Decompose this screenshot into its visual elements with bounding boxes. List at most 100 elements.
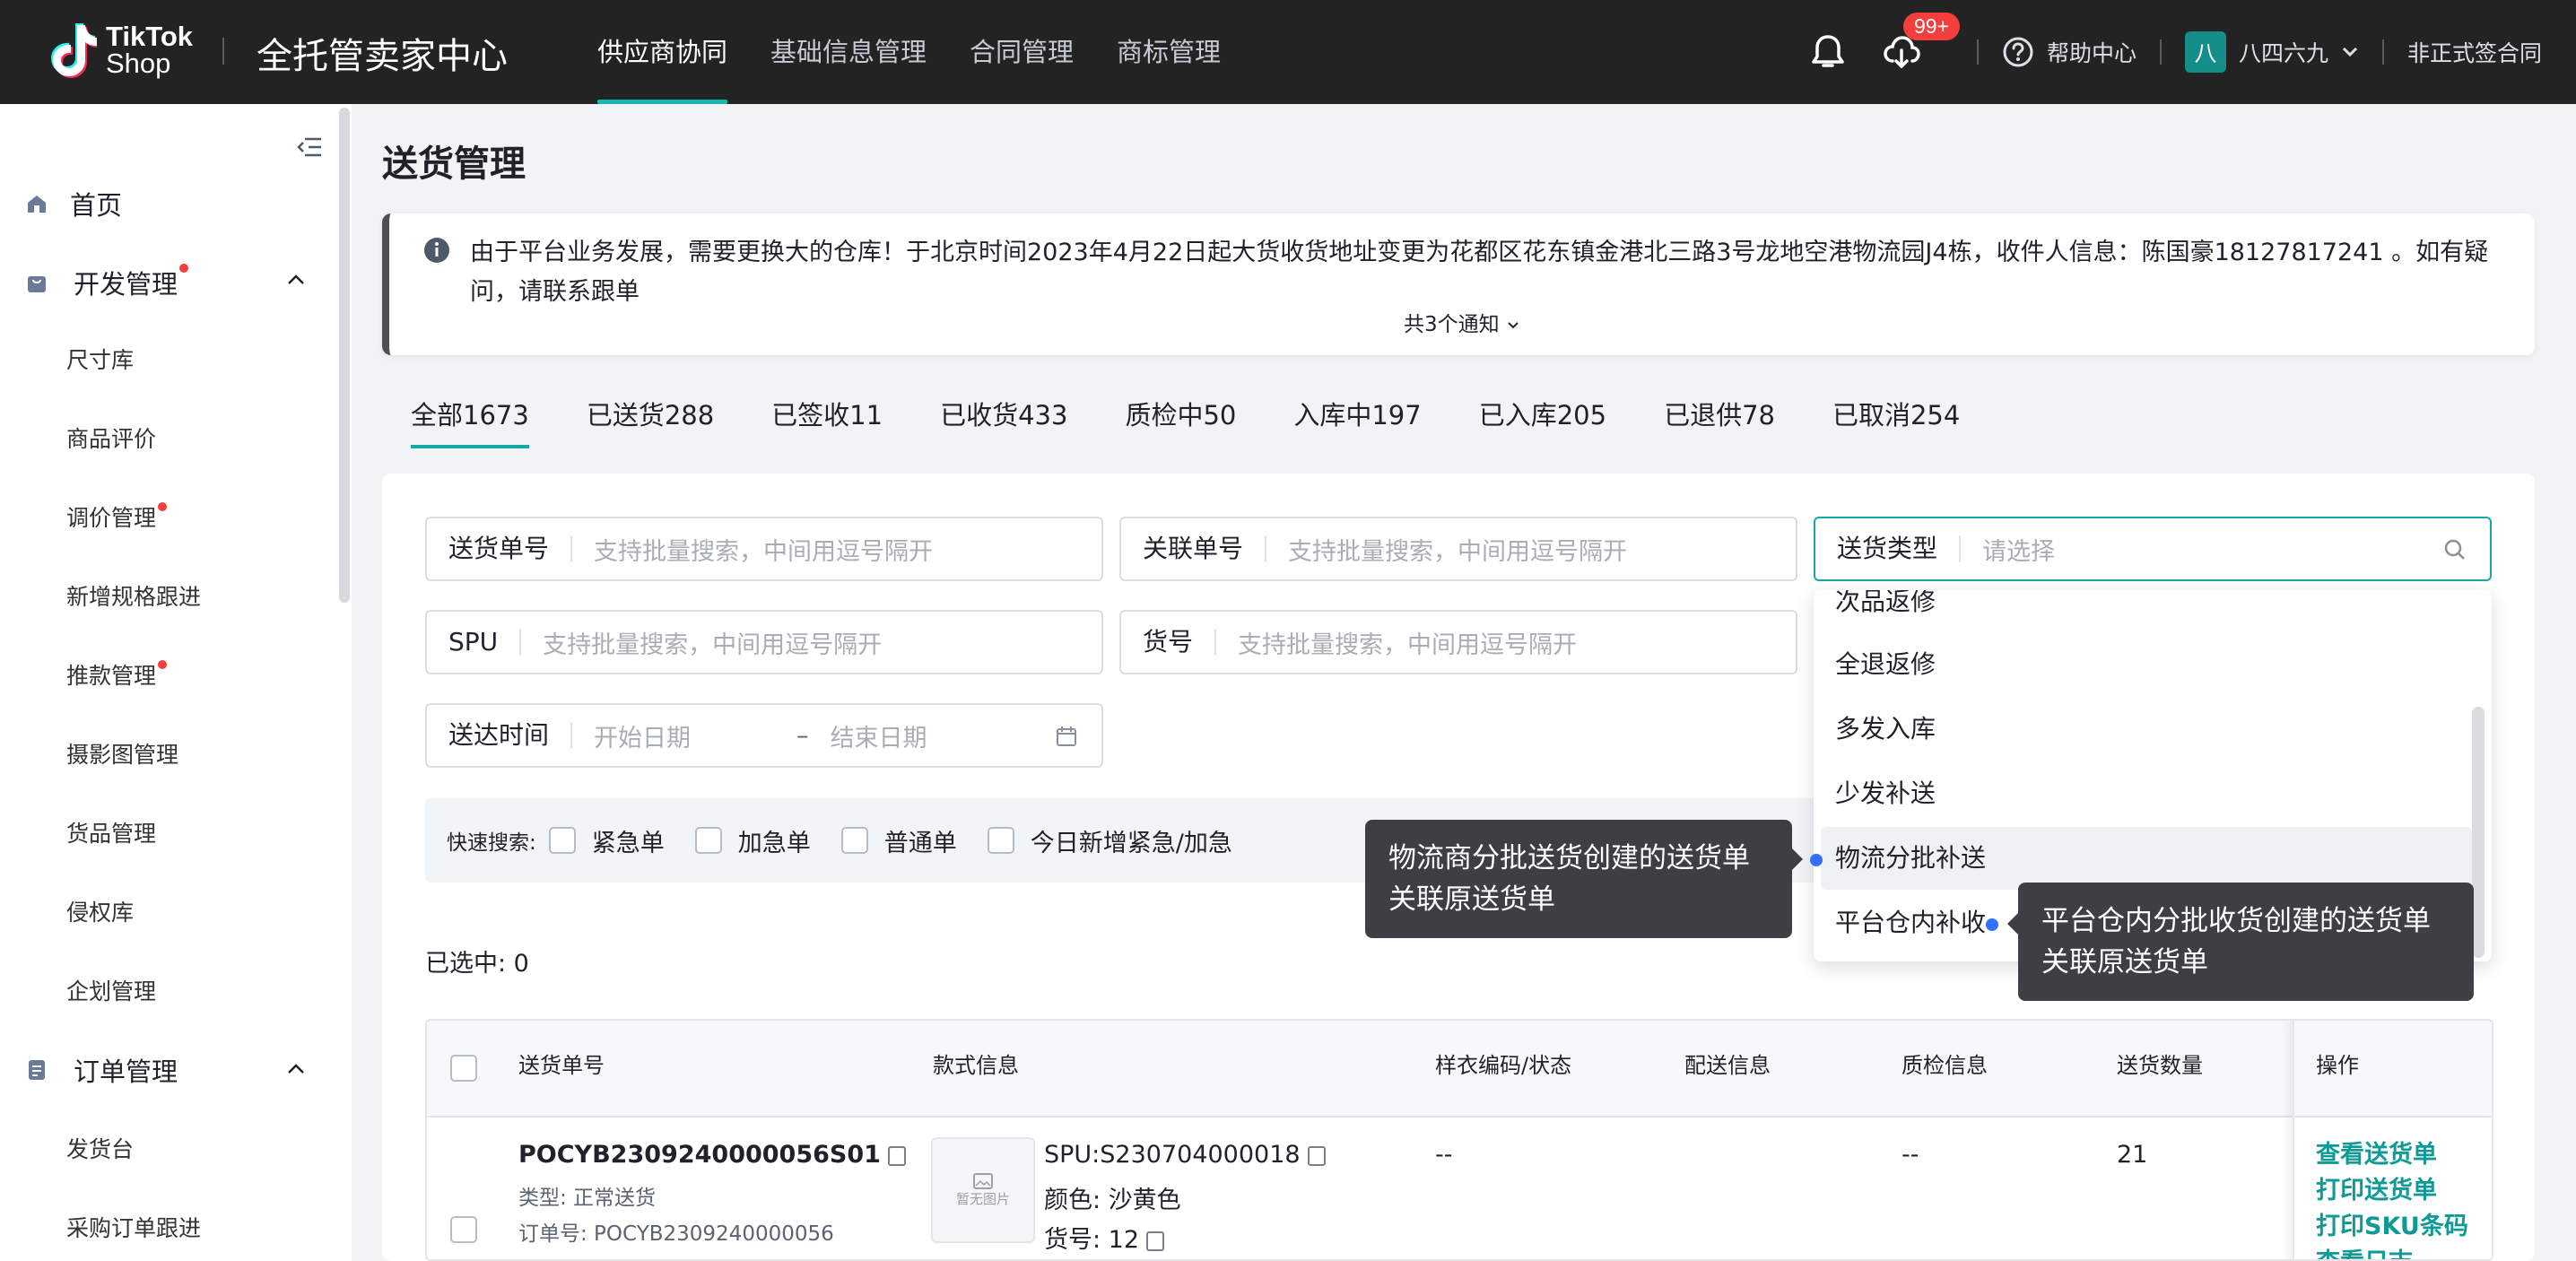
quick-filter-normal[interactable]: 普通单 bbox=[840, 823, 957, 858]
notice-more-toggle[interactable]: 共3个通知 bbox=[389, 307, 2535, 337]
page-title: 送货管理 bbox=[382, 143, 526, 185]
start-date-input[interactable]: 开始日期 bbox=[572, 718, 788, 753]
tiktok-shop-logo[interactable]: TikTok Shop bbox=[50, 22, 193, 79]
tab-signed[interactable]: 已签收11 bbox=[771, 395, 883, 448]
cloud-download-icon[interactable]: 99+ bbox=[1880, 13, 1960, 74]
sidebar-item-new-spec[interactable]: 新增规格跟进 bbox=[66, 579, 201, 612]
option-over-delivery[interactable]: 多发入库 bbox=[1821, 698, 2472, 761]
product-thumbnail[interactable]: 暂无图片 bbox=[931, 1137, 1035, 1243]
sidebar-item-shipping[interactable]: 发货台 bbox=[66, 1132, 134, 1164]
sidebar-item-price-adjust[interactable]: 调价管理 bbox=[66, 500, 168, 533]
quick-filter-urgent[interactable]: 紧急单 bbox=[548, 823, 665, 858]
status-tabs: 全部1673 已送货288 已签收11 已收货433 质检中50 入库中197 … bbox=[411, 395, 1960, 448]
checkbox[interactable] bbox=[548, 827, 576, 854]
copy-icon[interactable] bbox=[1146, 1231, 1165, 1251]
checkbox[interactable] bbox=[694, 827, 722, 854]
print-delivery-link[interactable]: 打印送货单 bbox=[2294, 1173, 2492, 1209]
delivery-number[interactable]: POCYB2309240000056S01 bbox=[518, 1141, 906, 1169]
help-center-link[interactable]: 帮助中心 bbox=[2002, 36, 2137, 68]
tab-received[interactable]: 已收货433 bbox=[940, 395, 1067, 448]
sidebar-item-home[interactable]: 首页 bbox=[25, 185, 122, 222]
copy-icon[interactable] bbox=[887, 1145, 906, 1166]
item-no-field[interactable]: 货号 支持批量搜索，中间用逗号隔开 bbox=[1119, 610, 1797, 674]
tab-qc[interactable]: 质检中50 bbox=[1125, 395, 1236, 448]
nav-supplier-collab[interactable]: 供应商协同 bbox=[597, 0, 728, 104]
header-separator bbox=[2381, 39, 2384, 65]
row-checkbox[interactable] bbox=[450, 1216, 477, 1243]
select-all-checkbox[interactable] bbox=[450, 1055, 477, 1082]
sidebar-item-purchase-follow[interactable]: 采购订单跟进 bbox=[66, 1211, 201, 1243]
tooltip-arrow bbox=[1792, 848, 1803, 870]
option-short-supplement[interactable]: 少发补送 bbox=[1821, 762, 2472, 825]
checkbox[interactable] bbox=[987, 827, 1014, 854]
delivery-type-select[interactable]: 送货类型 请选择 bbox=[1814, 517, 2492, 581]
header-actions: 99+ 帮助中心 八 八四六九 非正式签合同 bbox=[1806, 0, 2542, 104]
tab-returned[interactable]: 已退供78 bbox=[1664, 395, 1775, 448]
item-no-text: 货号: 12 bbox=[1044, 1226, 1140, 1254]
tab-cancelled[interactable]: 已取消254 bbox=[1832, 395, 1960, 448]
tab-warehousing[interactable]: 入库中197 bbox=[1293, 395, 1421, 448]
copy-icon[interactable] bbox=[1307, 1145, 1326, 1166]
red-dot-indicator bbox=[158, 660, 168, 669]
collapse-sidebar-icon[interactable] bbox=[296, 136, 323, 161]
chevron-up-icon[interactable] bbox=[285, 273, 307, 287]
delivery-table: 送货单号 款式信息 样衣编码/状态 配送信息 质检信息 送货数量 POCYB23… bbox=[425, 1019, 2493, 1261]
sidebar-item-size-lib[interactable]: 尺寸库 bbox=[66, 343, 134, 375]
end-date-input[interactable]: 结束日期 bbox=[809, 718, 927, 753]
quick-filter-expedited[interactable]: 加急单 bbox=[694, 823, 811, 858]
sidebar-scrollbar-thumb[interactable] bbox=[339, 108, 350, 603]
app-title: 全托管卖家中心 bbox=[257, 36, 508, 77]
bell-icon[interactable] bbox=[1806, 30, 1849, 74]
checkbox[interactable] bbox=[840, 827, 868, 854]
platform-collect-tooltip: 平台仓内分批收货创建的送货单 关联原送货单 bbox=[2018, 883, 2474, 1001]
quick-filter-today-new[interactable]: 今日新增紧急/加急 bbox=[987, 823, 1232, 858]
nav-basic-info[interactable]: 基础信息管理 bbox=[770, 0, 927, 104]
sidebar-item-planning[interactable]: 企划管理 bbox=[66, 974, 156, 1006]
sidebar-group-dev[interactable]: 开发管理 bbox=[25, 264, 189, 301]
delivery-no-field[interactable]: 送货单号 支持批量搜索，中间用逗号隔开 bbox=[425, 517, 1103, 581]
field-placeholder: 支持批量搜索，中间用逗号隔开 bbox=[594, 537, 934, 566]
nav-contract[interactable]: 合同管理 bbox=[970, 0, 1074, 104]
view-log-link[interactable]: 查看日志 bbox=[2294, 1245, 2492, 1259]
sidebar-item-label: 推款管理 bbox=[66, 663, 157, 689]
quick-search-label: 快速搜索: bbox=[447, 831, 536, 855]
field-label: SPU bbox=[427, 629, 522, 656]
view-delivery-link[interactable]: 查看送货单 bbox=[2294, 1137, 2492, 1173]
column-header: 质检信息 bbox=[1902, 1053, 1988, 1078]
info-icon bbox=[424, 238, 449, 263]
red-dot-indicator bbox=[158, 502, 168, 511]
related-no-field[interactable]: 关联单号 支持批量搜索，中间用逗号隔开 bbox=[1119, 517, 1797, 581]
print-sku-barcode-link[interactable]: 打印SKU条码 bbox=[2294, 1209, 2492, 1245]
sidebar-item-promotion[interactable]: 推款管理 bbox=[66, 658, 168, 691]
tab-all[interactable]: 全部1673 bbox=[411, 395, 529, 448]
tooltip-line: 关联原送货单 bbox=[1388, 883, 1555, 916]
header-separator bbox=[1976, 39, 1979, 65]
item-no-value: 货号: 12 bbox=[1044, 1220, 1165, 1255]
spu-field[interactable]: SPU 支持批量搜索，中间用逗号隔开 bbox=[425, 610, 1103, 674]
option-defect-repair[interactable]: 次品返修 bbox=[1821, 590, 2472, 633]
field-label: 送达时间 bbox=[427, 722, 573, 749]
sidebar-item-goods[interactable]: 货品管理 bbox=[66, 816, 156, 848]
notice-text: 由于平台业务发展，需要更换大的仓库！于北京时间2023年4月22日起大货收货地址… bbox=[470, 239, 2489, 306]
arrival-date-range[interactable]: 送达时间 开始日期 – 结束日期 bbox=[425, 703, 1103, 768]
sidebar-item-photo[interactable]: 摄影图管理 bbox=[66, 737, 178, 770]
column-header: 送货数量 bbox=[2117, 1053, 2203, 1078]
tab-shipped[interactable]: 已送货288 bbox=[587, 395, 714, 448]
nav-trademark[interactable]: 商标管理 bbox=[1117, 0, 1221, 104]
contract-status[interactable]: 非正式签合同 bbox=[2407, 36, 2542, 68]
header-divider bbox=[222, 38, 224, 65]
sidebar-item-reviews[interactable]: 商品评价 bbox=[66, 422, 156, 454]
chevron-up-icon[interactable] bbox=[285, 1062, 307, 1076]
selected-count: 已选中: 0 bbox=[425, 950, 529, 978]
user-menu[interactable]: 八 八四六九 bbox=[2184, 31, 2359, 73]
tab-warehoused[interactable]: 已入库205 bbox=[1479, 395, 1606, 448]
option-full-return-repair[interactable]: 全退返修 bbox=[1821, 633, 2472, 696]
search-icon bbox=[2444, 539, 2465, 560]
delivery-type: 类型: 正常送货 bbox=[518, 1187, 657, 1210]
dropdown-scrollbar[interactable] bbox=[2472, 707, 2485, 958]
sidebar-item-infringement[interactable]: 侵权库 bbox=[66, 895, 134, 927]
tooltip-line: 平台仓内分批收货创建的送货单 bbox=[2041, 905, 2431, 937]
sidebar-group-orders[interactable]: 订单管理 bbox=[25, 1051, 178, 1089]
checkbox-label: 加急单 bbox=[737, 829, 811, 857]
option-logistics-batch[interactable]: 物流分批补送 bbox=[1821, 827, 2472, 890]
